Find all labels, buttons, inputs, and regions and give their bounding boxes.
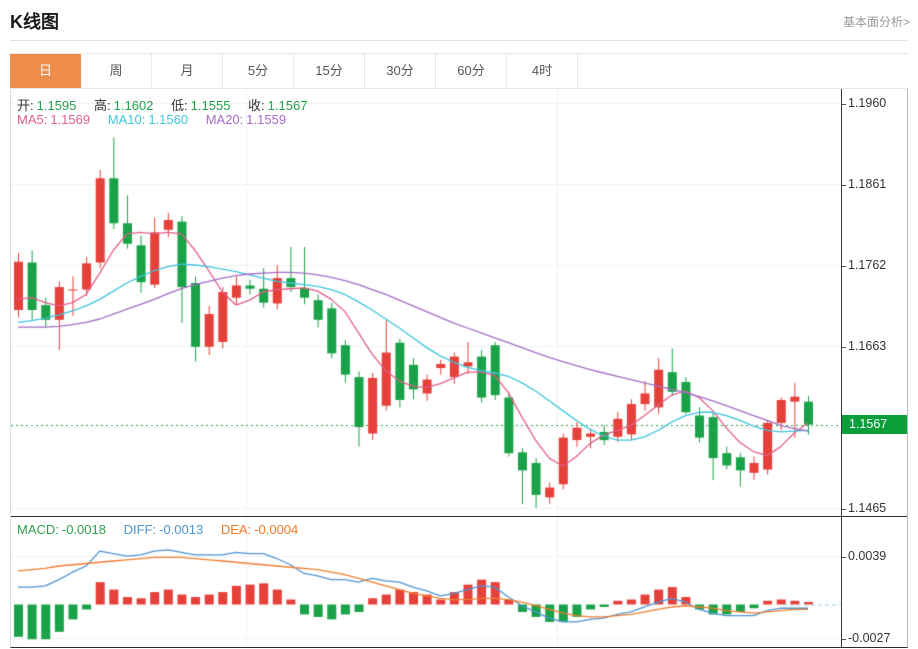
fundamental-analysis-link[interactable]: 基本面分析>: [843, 13, 910, 30]
low-value: 1.1555: [191, 98, 231, 113]
header-divider: [10, 40, 908, 41]
diff-value: -0.0013: [159, 522, 203, 537]
tab-60min[interactable]: 60分: [436, 54, 507, 89]
macd-tick-2: -0.0027: [848, 631, 890, 645]
panel-divider: [11, 516, 907, 517]
kline-chart-container: 开:1.1595 高:1.1602 低:1.1555 收:1.1567 MA5:…: [10, 88, 908, 648]
open-label: 开:: [17, 98, 34, 113]
macd-readout: MACD:-0.0018 DIFF:-0.0013 DEA:-0.0004: [17, 522, 301, 537]
high-value: 1.1602: [114, 98, 154, 113]
macd-label: MACD:: [17, 522, 59, 537]
ma20-label: MA20:: [206, 112, 244, 127]
tab-day[interactable]: 日: [10, 54, 81, 89]
ma-readout: MA5:1.1569 MA10:1.1560 MA20:1.1559: [17, 112, 289, 127]
ma20-value: 1.1559: [246, 112, 286, 127]
high-label: 高:: [94, 98, 111, 113]
ma10-label: MA10:: [108, 112, 146, 127]
tab-5min[interactable]: 5分: [223, 54, 294, 89]
tab-week[interactable]: 周: [81, 54, 152, 89]
ma5-value: 1.1569: [50, 112, 90, 127]
tab-4hour[interactable]: 4时: [507, 54, 578, 89]
price-tick-5: 1.1465: [848, 501, 886, 515]
close-label: 收:: [248, 98, 265, 113]
dea-label: DEA:: [221, 522, 251, 537]
ma10-value: 1.1560: [148, 112, 188, 127]
tab-30min[interactable]: 30分: [365, 54, 436, 89]
dea-value: -0.0004: [254, 522, 298, 537]
price-tick-2: 1.1861: [848, 177, 886, 191]
price-axis: 1.1960 1.1861 1.1762 1.1663 1.1465 1.156…: [841, 89, 907, 647]
open-value: 1.1595: [37, 98, 77, 113]
price-tick-1: 1.1960: [848, 96, 886, 110]
kline-widget: K线图 基本面分析> 日 周 月 5分 15分 30分 60分 4时 开:1.1…: [0, 0, 918, 649]
low-label: 低:: [171, 98, 188, 113]
diff-label: DIFF:: [124, 522, 157, 537]
price-tick-3: 1.1762: [848, 258, 886, 272]
macd-value: -0.0018: [62, 522, 106, 537]
close-value: 1.1567: [268, 98, 308, 113]
candlestick-macd-canvas[interactable]: [11, 89, 841, 647]
interval-tabbar: 日 周 月 5分 15分 30分 60分 4时: [10, 53, 908, 88]
ma5-label: MA5:: [17, 112, 47, 127]
page-title: K线图: [10, 8, 59, 34]
price-tick-4: 1.1663: [848, 339, 886, 353]
macd-tick-1: 0.0039: [848, 549, 886, 563]
tab-month[interactable]: 月: [152, 54, 223, 89]
tab-15min[interactable]: 15分: [294, 54, 365, 89]
current-price-badge: 1.1567: [842, 415, 907, 434]
